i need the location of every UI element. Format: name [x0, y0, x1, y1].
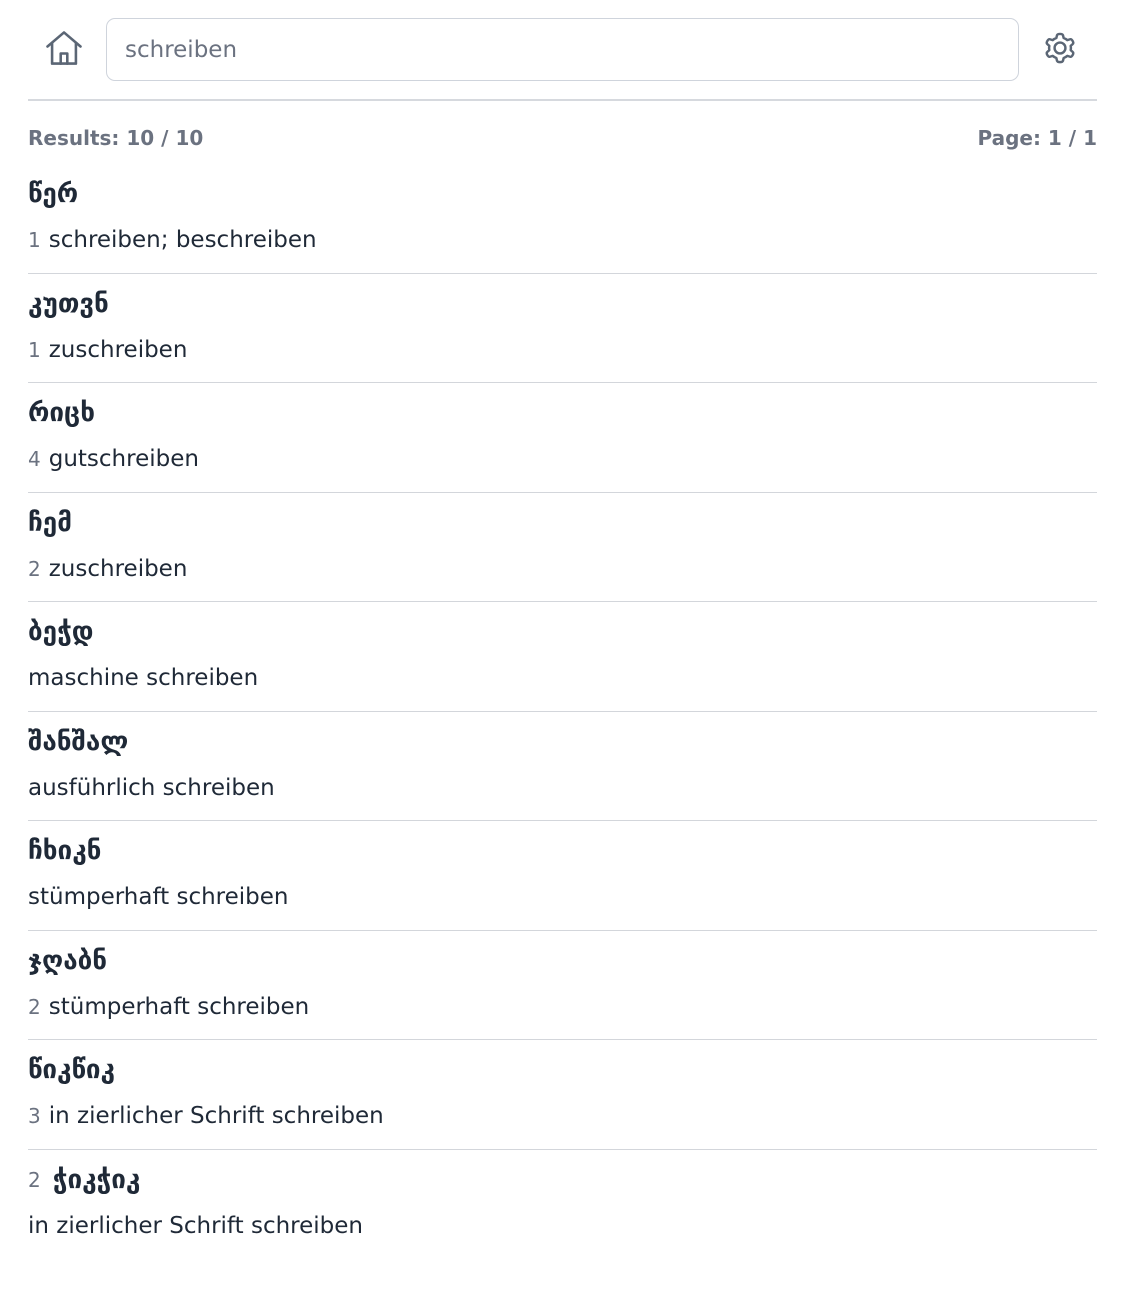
translation: stümperhaft schreiben [48, 993, 310, 1020]
search-field [106, 18, 1019, 81]
headword: კუთვნ [28, 288, 109, 319]
result-item[interactable]: კუთვნ 1 zuschreiben [28, 274, 1097, 383]
settings-button[interactable] [1036, 24, 1084, 72]
headword: ჩხიკნ [28, 836, 102, 866]
sense-number: 1 [28, 337, 41, 362]
result-item[interactable]: 2 ჭიკჭიკ in zierlicher Schrift schreiben [28, 1150, 1097, 1260]
headword: ჯღაბნ [28, 945, 108, 976]
headword: წიკწიკ [28, 1055, 115, 1085]
result-item[interactable]: წიკწიკ 3 in zierlicher Schrift schreiben [28, 1040, 1097, 1150]
search-input[interactable] [106, 18, 1019, 81]
page: Results: 10 / 10 Page: 1 / 1 წერ 1 schre… [0, 0, 1125, 1307]
headword-line: რიცხ [28, 395, 95, 431]
headword-line: ჯღაბნ [28, 943, 107, 979]
page-indicator: Page: 1 / 1 [977, 126, 1097, 150]
results-list: წერ 1 schreiben; beschreiben კუთვნ 1 zus… [28, 164, 1097, 1259]
sense-line: 2 zuschreiben [28, 554, 187, 584]
home-icon [46, 31, 82, 65]
top-bar [0, 0, 1125, 100]
header-divider [28, 99, 1097, 101]
result-item[interactable]: ჩხიკნ stümperhaft schreiben [28, 821, 1097, 931]
translation: maschine schreiben [28, 665, 259, 691]
result-item[interactable]: რიცხ 4 gutschreiben [28, 383, 1097, 493]
translation: gutschreiben [48, 446, 199, 472]
translation: ausführlich schreiben [28, 774, 275, 801]
headword-line: შანშალ [28, 724, 128, 760]
headword-line: ბეჭდ [28, 614, 93, 650]
headword-line: წიკწიკ [28, 1052, 115, 1088]
sense-number: 2 [28, 994, 41, 1019]
translation: stümperhaft schreiben [28, 884, 289, 910]
headword: წერ [28, 179, 79, 209]
sense-line: 1 zuschreiben [28, 335, 187, 365]
headword: რიცხ [28, 398, 96, 428]
headword-line: ჩემ [28, 505, 72, 541]
result-item[interactable]: ბეჭდ maschine schreiben [28, 602, 1097, 712]
results-meta: Results: 10 / 10 Page: 1 / 1 [28, 126, 1097, 154]
sense-line: maschine schreiben [28, 663, 258, 693]
translation: in zierlicher Schrift schreiben [48, 1103, 384, 1129]
result-item[interactable]: შანშალ ausführlich schreiben [28, 712, 1097, 821]
headword-line: ჩხიკნ [28, 833, 101, 869]
translation: in zierlicher Schrift schreiben [28, 1212, 363, 1239]
headword: ჩემ [28, 507, 72, 538]
home-button[interactable] [40, 24, 88, 72]
sense-line: 2 stümperhaft schreiben [28, 992, 309, 1022]
results-count: Results: 10 / 10 [28, 126, 204, 150]
headword: ბეჭდ [28, 617, 94, 647]
translation: schreiben; beschreiben [48, 227, 317, 253]
result-item[interactable]: ჩემ 2 zuschreiben [28, 493, 1097, 602]
result-item[interactable]: წერ 1 schreiben; beschreiben [28, 164, 1097, 274]
translation: zuschreiben [48, 336, 188, 363]
headword: შანშალ [28, 726, 129, 757]
headword-number: 2 [28, 1167, 41, 1192]
sense-number: 4 [28, 447, 41, 471]
sense-line: 1 schreiben; beschreiben [28, 225, 317, 255]
result-item[interactable]: ჯღაბნ 2 stümperhaft schreiben [28, 931, 1097, 1040]
sense-line: 4 gutschreiben [28, 444, 199, 474]
sense-number: 2 [28, 556, 41, 581]
headword-line: წერ [28, 176, 78, 212]
translation: zuschreiben [48, 555, 188, 582]
sense-number: 3 [28, 1104, 41, 1128]
sense-line: in zierlicher Schrift schreiben [28, 1211, 363, 1241]
sense-line: 3 in zierlicher Schrift schreiben [28, 1101, 384, 1131]
sense-number: 1 [28, 228, 41, 252]
headword-line: კუთვნ [28, 286, 109, 322]
sense-line: stümperhaft schreiben [28, 882, 289, 912]
sense-line: ausführlich schreiben [28, 773, 275, 803]
headword: ჭიკჭიკ [52, 1164, 141, 1195]
headword-line: 2 ჭიკჭიკ [28, 1162, 140, 1198]
gear-icon [1045, 32, 1075, 64]
